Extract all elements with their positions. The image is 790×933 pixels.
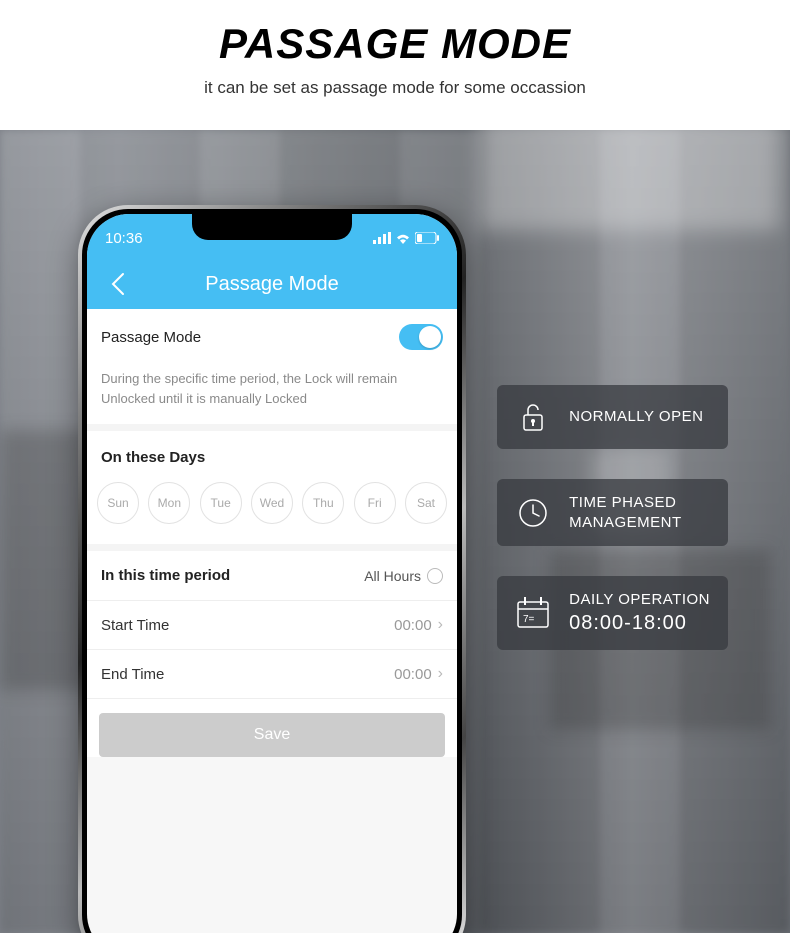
day-fri[interactable]: Fri	[354, 482, 396, 524]
calendar-icon: 7=	[515, 595, 551, 631]
screen-title: Passage Mode	[105, 273, 439, 296]
end-time-label: End Time	[101, 666, 164, 683]
phone-frame: 10:36 Passage Mode	[78, 205, 466, 933]
clock-icon	[515, 495, 551, 531]
svg-text:7=: 7=	[523, 614, 535, 625]
battery-icon	[415, 232, 439, 244]
radio-icon	[427, 568, 443, 584]
status-time: 10:36	[105, 230, 143, 247]
passage-mode-toggle[interactable]	[399, 324, 443, 350]
start-time-row[interactable]: Start Time 00:00 ›	[87, 601, 457, 649]
phone-notch	[192, 214, 352, 240]
days-row: Sun Mon Tue Wed Thu Fri Sat	[87, 482, 457, 544]
end-time-value: 00:00	[394, 666, 432, 683]
divider	[87, 424, 457, 431]
hero-section: PASSAGE MODE it can be set as passage mo…	[0, 0, 790, 130]
passage-mode-row: Passage Mode	[87, 309, 457, 365]
toggle-label: Passage Mode	[101, 329, 201, 346]
day-tue[interactable]: Tue	[200, 482, 242, 524]
callout-text: NORMALLY OPEN	[569, 407, 703, 427]
save-button[interactable]: Save	[99, 713, 445, 757]
hero-title: PASSAGE MODE	[0, 20, 790, 68]
status-icons	[373, 232, 439, 244]
callout-daily-operation: 7= DAILY OPERATION08:00-18:00	[497, 576, 728, 650]
day-thu[interactable]: Thu	[302, 482, 344, 524]
background-image: 10:36 Passage Mode	[0, 130, 790, 933]
day-mon[interactable]: Mon	[148, 482, 190, 524]
chevron-right-icon: ›	[438, 665, 443, 683]
chevron-right-icon: ›	[438, 616, 443, 634]
day-wed[interactable]: Wed	[251, 482, 293, 524]
description-text: During the specific time period, the Loc…	[87, 365, 457, 424]
day-sat[interactable]: Sat	[405, 482, 447, 524]
start-time-value: 00:00	[394, 617, 432, 634]
days-label: On these Days	[87, 431, 457, 482]
end-time-row[interactable]: End Time 00:00 ›	[87, 650, 457, 698]
divider	[87, 544, 457, 551]
callout-time-phased: TIME PHASEDMANAGEMENT	[497, 479, 728, 546]
hero-subtitle: it can be set as passage mode for some o…	[0, 78, 790, 98]
unlock-icon	[515, 399, 551, 435]
wifi-icon	[395, 232, 411, 244]
callout-text: TIME PHASEDMANAGEMENT	[569, 493, 682, 532]
phone-screen: 10:36 Passage Mode	[87, 214, 457, 933]
day-sun[interactable]: Sun	[97, 482, 139, 524]
signal-icon	[373, 232, 391, 244]
callout-text: DAILY OPERATION08:00-18:00	[569, 590, 710, 636]
feature-callouts: NORMALLY OPEN TIME PHASEDMANAGEMENT 7= D…	[497, 385, 728, 650]
all-hours-label: All Hours	[364, 568, 421, 584]
all-hours-option[interactable]: All Hours	[364, 568, 443, 584]
start-time-label: Start Time	[101, 617, 169, 634]
callout-normally-open: NORMALLY OPEN	[497, 385, 728, 449]
period-label: In this time period	[101, 567, 230, 584]
